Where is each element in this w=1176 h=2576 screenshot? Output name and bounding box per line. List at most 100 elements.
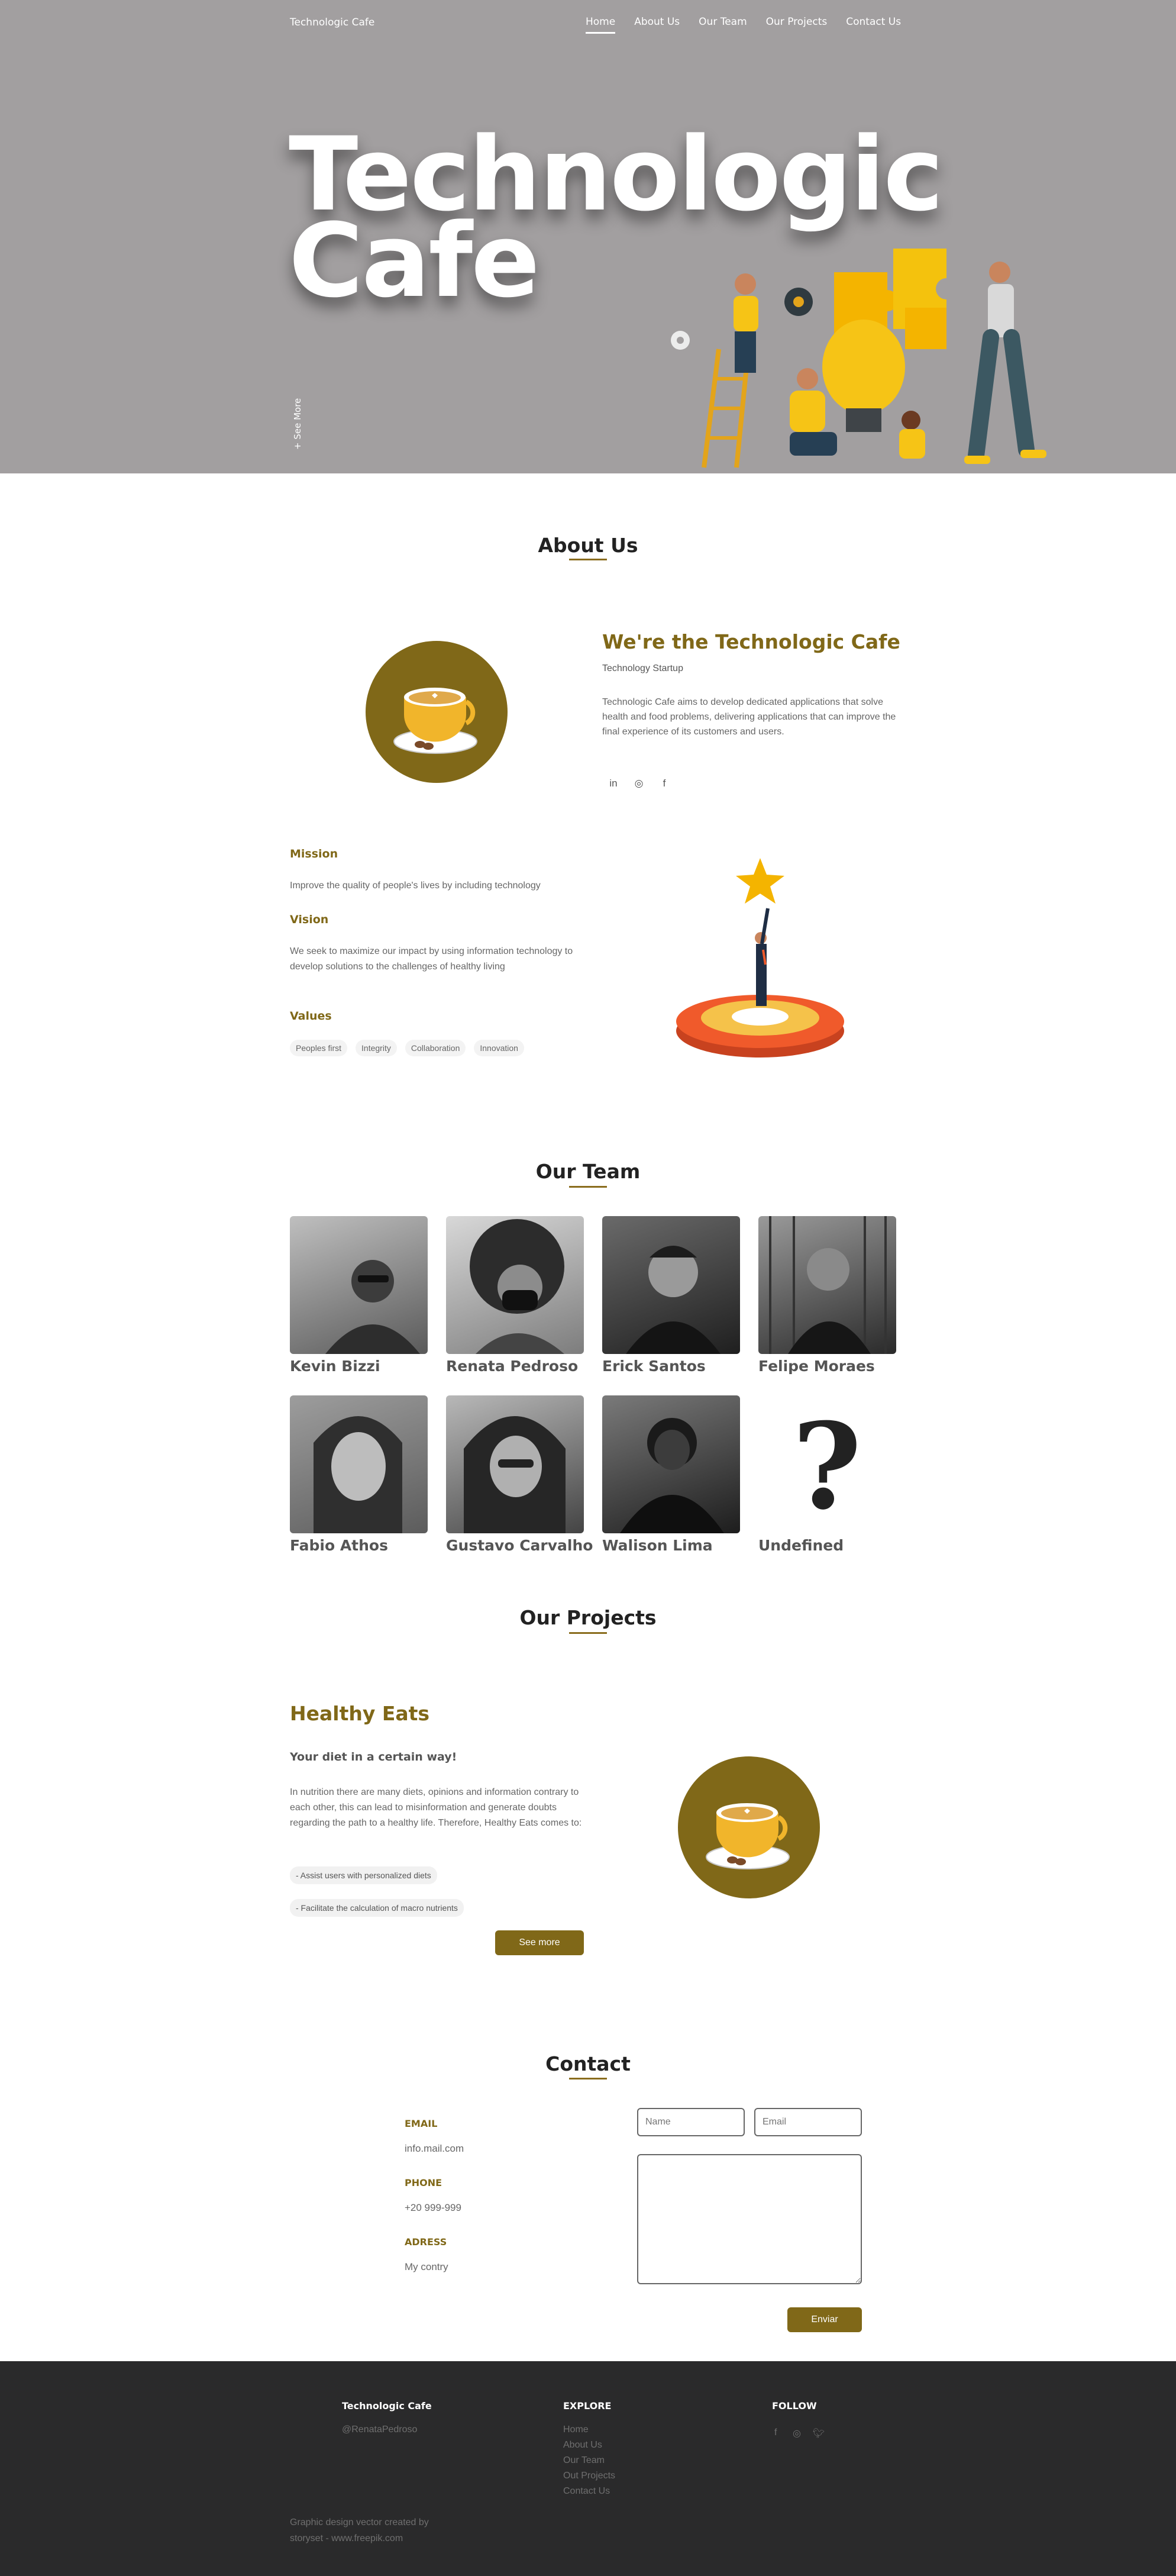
credit-line-2[interactable]: storyset - www.freepik.com bbox=[290, 2533, 403, 2544]
member-photo bbox=[602, 1395, 740, 1533]
member-photo bbox=[602, 1216, 740, 1354]
member-photo bbox=[290, 1395, 428, 1533]
member-photo bbox=[758, 1216, 896, 1354]
team-title-underline bbox=[569, 1186, 607, 1188]
person-photo-icon bbox=[470, 1219, 564, 1354]
about-section-title: About Us bbox=[538, 534, 638, 557]
message-textarea[interactable] bbox=[637, 2154, 862, 2284]
project-feature-chip: - Assist users with personalized diets bbox=[290, 1866, 437, 1884]
nav-our-team[interactable]: Our Team bbox=[699, 16, 747, 34]
footer-handle[interactable]: @RenataPedroso bbox=[342, 2425, 417, 2435]
member-name: Kevin Bizzi bbox=[290, 1358, 380, 1375]
about-title-underline bbox=[569, 559, 607, 560]
team-member-card[interactable]: Felipe Moraes bbox=[758, 1216, 896, 1375]
team-member-card[interactable]: Gustavo Carvalho bbox=[446, 1395, 593, 1554]
footer-link-home[interactable]: Home bbox=[563, 2422, 615, 2438]
see-more-button[interactable]: See more bbox=[495, 1930, 584, 1955]
team-member-card[interactable]: Kevin Bizzi bbox=[290, 1216, 428, 1375]
facebook-icon[interactable]: f bbox=[774, 2427, 777, 2438]
mission-text: Improve the quality of people's lives by… bbox=[290, 881, 541, 891]
member-name: Erick Santos bbox=[602, 1358, 706, 1375]
value-chip: Integrity bbox=[356, 1040, 397, 1056]
contact-section-title: Contact bbox=[545, 2052, 631, 2075]
twitter-icon[interactable]: 🐦︎ bbox=[813, 2427, 825, 2439]
member-name: Gustavo Carvalho bbox=[446, 1537, 593, 1554]
nav-our-projects[interactable]: Our Projects bbox=[766, 16, 828, 34]
values-list: Peoples first Integrity Collaboration In… bbox=[290, 1040, 524, 1056]
footer-link-contact-us[interactable]: Contact Us bbox=[563, 2484, 615, 2499]
values-title: Values bbox=[290, 1010, 332, 1023]
email-input[interactable] bbox=[754, 2108, 862, 2136]
nav-home[interactable]: Home bbox=[586, 16, 616, 34]
about-description: Technologic Cafe aims to develop dedicat… bbox=[602, 697, 896, 737]
member-name: Walison Lima bbox=[602, 1537, 713, 1554]
value-chip: Peoples first bbox=[290, 1040, 348, 1056]
credit-line-1: Graphic design vector created by bbox=[290, 2517, 429, 2527]
footer-explore-links: Home About Us Our Team Out Projects Cont… bbox=[563, 2422, 615, 2499]
email-value: info.mail.com bbox=[405, 2143, 464, 2154]
projects-title-underline bbox=[569, 1632, 607, 1634]
coffee-cup-icon bbox=[706, 1803, 790, 1869]
team-member-card[interactable]: Renata Pedroso bbox=[446, 1216, 584, 1375]
phone-label: PHONE bbox=[405, 2177, 442, 2188]
hero-section: Technologic Cafe Home About Us Our Team … bbox=[0, 0, 1176, 473]
instagram-icon[interactable]: ◎ bbox=[632, 777, 645, 790]
vision-text: We seek to maximize our impact by using … bbox=[290, 946, 573, 972]
address-label: ADRESS bbox=[405, 2236, 447, 2248]
email-label: EMAIL bbox=[405, 2118, 438, 2129]
member-photo bbox=[446, 1216, 584, 1354]
member-name: Renata Pedroso bbox=[446, 1358, 579, 1375]
main-nav: Home About Us Our Team Our Projects Cont… bbox=[586, 16, 901, 34]
phone-value: +20 999-999 bbox=[405, 2202, 461, 2213]
svg-text:?: ? bbox=[792, 1397, 861, 1533]
footer-explore-title: EXPLORE bbox=[563, 2400, 612, 2411]
person-photo-icon bbox=[314, 1416, 402, 1533]
project-subtitle: Your diet in a certain way! bbox=[290, 1750, 457, 1763]
nav-contact-us[interactable]: Contact Us bbox=[846, 16, 901, 34]
footer-link-about-us[interactable]: About Us bbox=[563, 2438, 615, 2453]
team-member-card[interactable]: Fabio Athos bbox=[290, 1395, 428, 1554]
facebook-icon[interactable]: f bbox=[658, 777, 671, 790]
person-photo-icon bbox=[325, 1260, 420, 1354]
projects-section-title: Our Projects bbox=[519, 1606, 657, 1629]
member-name: Undefined bbox=[758, 1537, 844, 1554]
project-feature-chip: - Facilitate the calculation of macro nu… bbox=[290, 1899, 464, 1917]
member-photo bbox=[446, 1395, 584, 1533]
instagram-icon[interactable]: ◎ bbox=[793, 2427, 801, 2439]
linkedin-icon[interactable]: in bbox=[607, 777, 620, 790]
member-photo bbox=[290, 1216, 428, 1354]
member-name: Felipe Moraes bbox=[758, 1358, 875, 1375]
nav-about-us[interactable]: About Us bbox=[634, 16, 680, 34]
footer-follow-title: FOLLOW bbox=[772, 2400, 817, 2411]
see-more-link[interactable]: + See More bbox=[292, 398, 303, 450]
brand-logo-text[interactable]: Technologic Cafe bbox=[290, 17, 374, 28]
project-logo bbox=[678, 1756, 820, 1898]
value-chip: Innovation bbox=[474, 1040, 524, 1056]
footer-link-our-team[interactable]: Our Team bbox=[563, 2453, 615, 2468]
gear-icon bbox=[671, 331, 690, 350]
send-button[interactable]: Enviar bbox=[787, 2307, 862, 2332]
team-member-card[interactable]: Walison Lima bbox=[602, 1395, 740, 1554]
person-photo-icon bbox=[626, 1246, 721, 1354]
footer-brand: Technologic Cafe bbox=[342, 2400, 432, 2411]
contact-title-underline bbox=[569, 2078, 607, 2080]
team-member-card[interactable]: ? Undefined bbox=[758, 1395, 896, 1554]
goal-star-illustration bbox=[676, 858, 844, 1058]
footer-link-projects[interactable]: Out Projects bbox=[563, 2468, 615, 2484]
person-photo-icon bbox=[464, 1416, 566, 1533]
team-section-title: Our Team bbox=[535, 1160, 641, 1183]
member-name: Fabio Athos bbox=[290, 1537, 388, 1554]
question-mark-icon: ? bbox=[792, 1397, 861, 1533]
name-input[interactable] bbox=[637, 2108, 745, 2136]
about-heading: We're the Technologic Cafe bbox=[602, 630, 900, 653]
coffee-cup-icon bbox=[393, 688, 477, 754]
value-chip: Collaboration bbox=[405, 1040, 466, 1056]
vision-title: Vision bbox=[290, 913, 329, 926]
team-member-card[interactable]: Erick Santos bbox=[602, 1216, 740, 1375]
project-title: Healthy Eats bbox=[290, 1702, 430, 1725]
project-description: In nutrition there are many diets, opini… bbox=[290, 1787, 582, 1828]
address-value: My contry bbox=[405, 2261, 448, 2272]
person-photo-icon bbox=[620, 1418, 724, 1533]
cafe-logo bbox=[366, 641, 508, 783]
member-photo: ? bbox=[758, 1395, 896, 1533]
